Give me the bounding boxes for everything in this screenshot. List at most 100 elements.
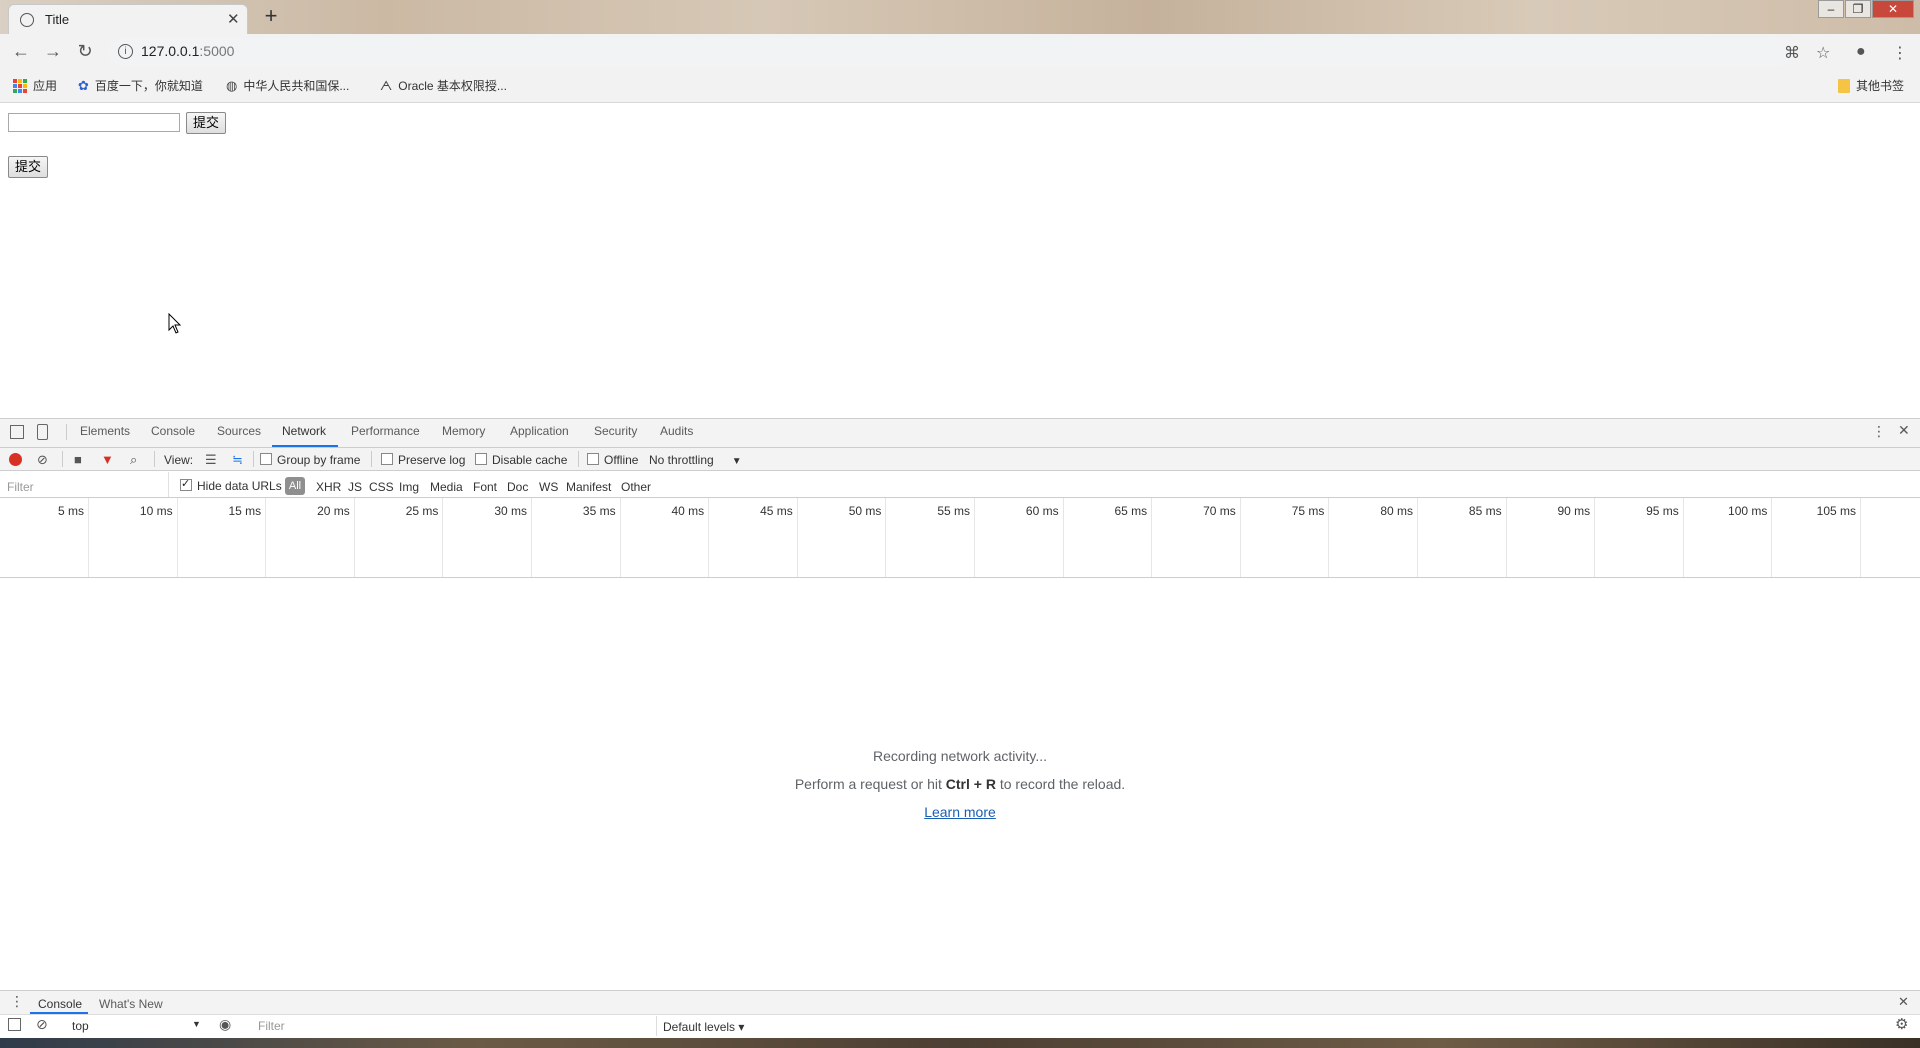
profile-icon[interactable]: ●	[1856, 43, 1866, 61]
tab-elements[interactable]: Elements	[80, 424, 130, 438]
globe-icon: ◍	[226, 77, 238, 93]
filter-type-other[interactable]: Other	[621, 480, 651, 494]
context-select[interactable]: top ▼	[62, 1015, 204, 1037]
tab-memory[interactable]: Memory	[442, 424, 485, 438]
tab-audits[interactable]: Audits	[660, 424, 693, 438]
filter-type-css[interactable]: CSS	[369, 480, 394, 494]
bookmark-gov[interactable]: ◍ 中华人民共和国保...	[226, 77, 349, 94]
filter-type-ws[interactable]: WS	[539, 480, 558, 494]
filter-type-xhr[interactable]: XHR	[316, 480, 341, 494]
settings-gear-icon[interactable]: ⚙	[1895, 1015, 1908, 1033]
checkbox[interactable]	[381, 453, 393, 465]
overview-icon[interactable]: ≒	[232, 452, 243, 468]
other-bookmarks[interactable]: 其他书签	[1838, 77, 1904, 94]
timeline-tick-label: 35 ms	[582, 504, 616, 518]
timeline-gridline	[176, 498, 178, 577]
info-icon[interactable]: i	[118, 44, 133, 59]
close-devtools-icon[interactable]: ✕	[1898, 422, 1910, 439]
url-text[interactable]: 127.0.0.1:5000	[141, 43, 234, 59]
log-levels-select[interactable]: Default levels ▾	[663, 1020, 744, 1034]
inspect-element-icon[interactable]	[10, 425, 24, 439]
timeline-gridline	[796, 498, 798, 577]
timeline-tick-label: 75 ms	[1291, 504, 1325, 518]
bookmark-label: 中华人民共和国保...	[243, 79, 350, 93]
record-button[interactable]	[9, 453, 22, 466]
large-rows-icon[interactable]: ☰	[205, 452, 217, 468]
clear-icon[interactable]: ⊘	[37, 452, 48, 468]
restore-button[interactable]: ❐	[1845, 0, 1871, 18]
drawer-tab-console[interactable]: Console	[38, 997, 82, 1011]
tab-performance[interactable]: Performance	[351, 424, 420, 438]
sidebar-toggle-icon[interactable]	[8, 1018, 21, 1031]
drawer-tab-whats-new[interactable]: What's New	[99, 997, 163, 1011]
close-window-button[interactable]: ✕	[1872, 0, 1914, 18]
timeline-gridline	[265, 498, 267, 577]
drawer-menu-icon[interactable]: ⋮	[10, 993, 24, 1010]
throttling-select[interactable]: No throttling ▼	[649, 453, 742, 467]
filter-funnel-icon[interactable]: ▼	[101, 452, 114, 467]
preserve-log-checkbox[interactable]: Preserve log	[381, 453, 465, 467]
url-port: :5000	[199, 43, 235, 59]
timeline-tick-label: 65 ms	[1114, 504, 1148, 518]
close-tab-icon[interactable]: ✕	[227, 10, 240, 28]
forward-arrow-icon[interactable]: →	[43, 41, 63, 61]
reload-icon[interactable]: ↻	[75, 41, 95, 61]
tab-security[interactable]: Security	[594, 424, 637, 438]
learn-more-link[interactable]: Learn more	[924, 804, 996, 820]
console-filter-placeholder: Filter	[258, 1019, 285, 1033]
tab-sources[interactable]: Sources	[217, 424, 261, 438]
filter-type-img[interactable]: Img	[399, 480, 419, 494]
disable-cache-checkbox[interactable]: Disable cache	[475, 453, 567, 467]
new-tab-button[interactable]: +	[258, 3, 284, 29]
divider	[253, 451, 254, 467]
timeline-tick-label: 20 ms	[317, 504, 350, 518]
address-bar[interactable]	[108, 38, 1794, 66]
bookmark-apps[interactable]: 应用	[13, 77, 57, 94]
timeline-tick-label: 105 ms	[1816, 504, 1856, 518]
timeline-tick-label: 40 ms	[671, 504, 705, 518]
timeline-gridline	[1239, 498, 1241, 577]
eye-icon[interactable]: ◉	[219, 1016, 231, 1033]
checkbox-checked[interactable]	[180, 477, 192, 491]
search-icon[interactable]: ⌕	[130, 452, 137, 468]
filter-type-font[interactable]: Font	[473, 480, 497, 494]
minimize-button[interactable]: –	[1818, 0, 1844, 18]
filter-type-media[interactable]: Media	[430, 480, 463, 494]
devtools-menu-icon[interactable]: ⋮	[1872, 423, 1886, 440]
checkbox[interactable]	[260, 453, 272, 465]
divider	[578, 451, 579, 467]
filter-type-doc[interactable]: Doc	[507, 480, 528, 494]
bookmark-label: Oracle 基本权限授...	[398, 79, 507, 93]
bookmark-oracle[interactable]: ᗅ Oracle 基本权限授...	[380, 77, 507, 94]
close-drawer-icon[interactable]: ✕	[1898, 994, 1909, 1010]
tab-network[interactable]: Network	[282, 424, 326, 438]
back-arrow-icon[interactable]: ←	[11, 41, 31, 61]
menu-kebab-icon[interactable]: ⋮	[1892, 43, 1908, 63]
timeline-gridline	[1417, 498, 1418, 577]
tab-application[interactable]: Application	[510, 424, 569, 438]
screenshot-camera-icon[interactable]: ■	[74, 452, 82, 467]
filter-type-manifest[interactable]: Manifest	[566, 480, 611, 494]
filter-type-all[interactable]: All	[285, 477, 305, 495]
submit-button-2[interactable]: 提交	[8, 156, 49, 178]
star-icon[interactable]: ☆	[1816, 43, 1830, 63]
bookmark-baidu[interactable]: ✿ 百度一下，你就知道	[78, 77, 203, 94]
preserve-log-label: Preserve log	[398, 453, 466, 467]
tab-console[interactable]: Console	[151, 424, 195, 438]
filter-type-js[interactable]: JS	[348, 480, 362, 494]
browser-tab[interactable]: Title ✕	[8, 4, 248, 34]
checkbox[interactable]	[587, 453, 599, 465]
device-toolbar-icon[interactable]	[37, 424, 48, 440]
submit-button[interactable]: 提交	[186, 112, 227, 134]
text-input[interactable]	[8, 113, 180, 132]
offline-checkbox[interactable]: Offline	[587, 453, 638, 467]
group-by-frame-checkbox[interactable]: Group by frame	[260, 453, 360, 467]
translate-icon[interactable]: ⌘	[1784, 43, 1800, 63]
reload-hint: Perform a request or hit Ctrl + R to rec…	[0, 776, 1920, 792]
hide-data-urls-checkbox[interactable]: Hide data URLs	[180, 477, 282, 493]
hide-data-urls-label: Hide data URLs	[197, 479, 282, 493]
checkbox[interactable]	[475, 453, 487, 465]
console-filter-input[interactable]: Filter	[250, 1016, 657, 1036]
recording-message: Recording network activity...	[872, 748, 1048, 764]
clear-console-icon[interactable]: ⊘	[36, 1016, 48, 1033]
